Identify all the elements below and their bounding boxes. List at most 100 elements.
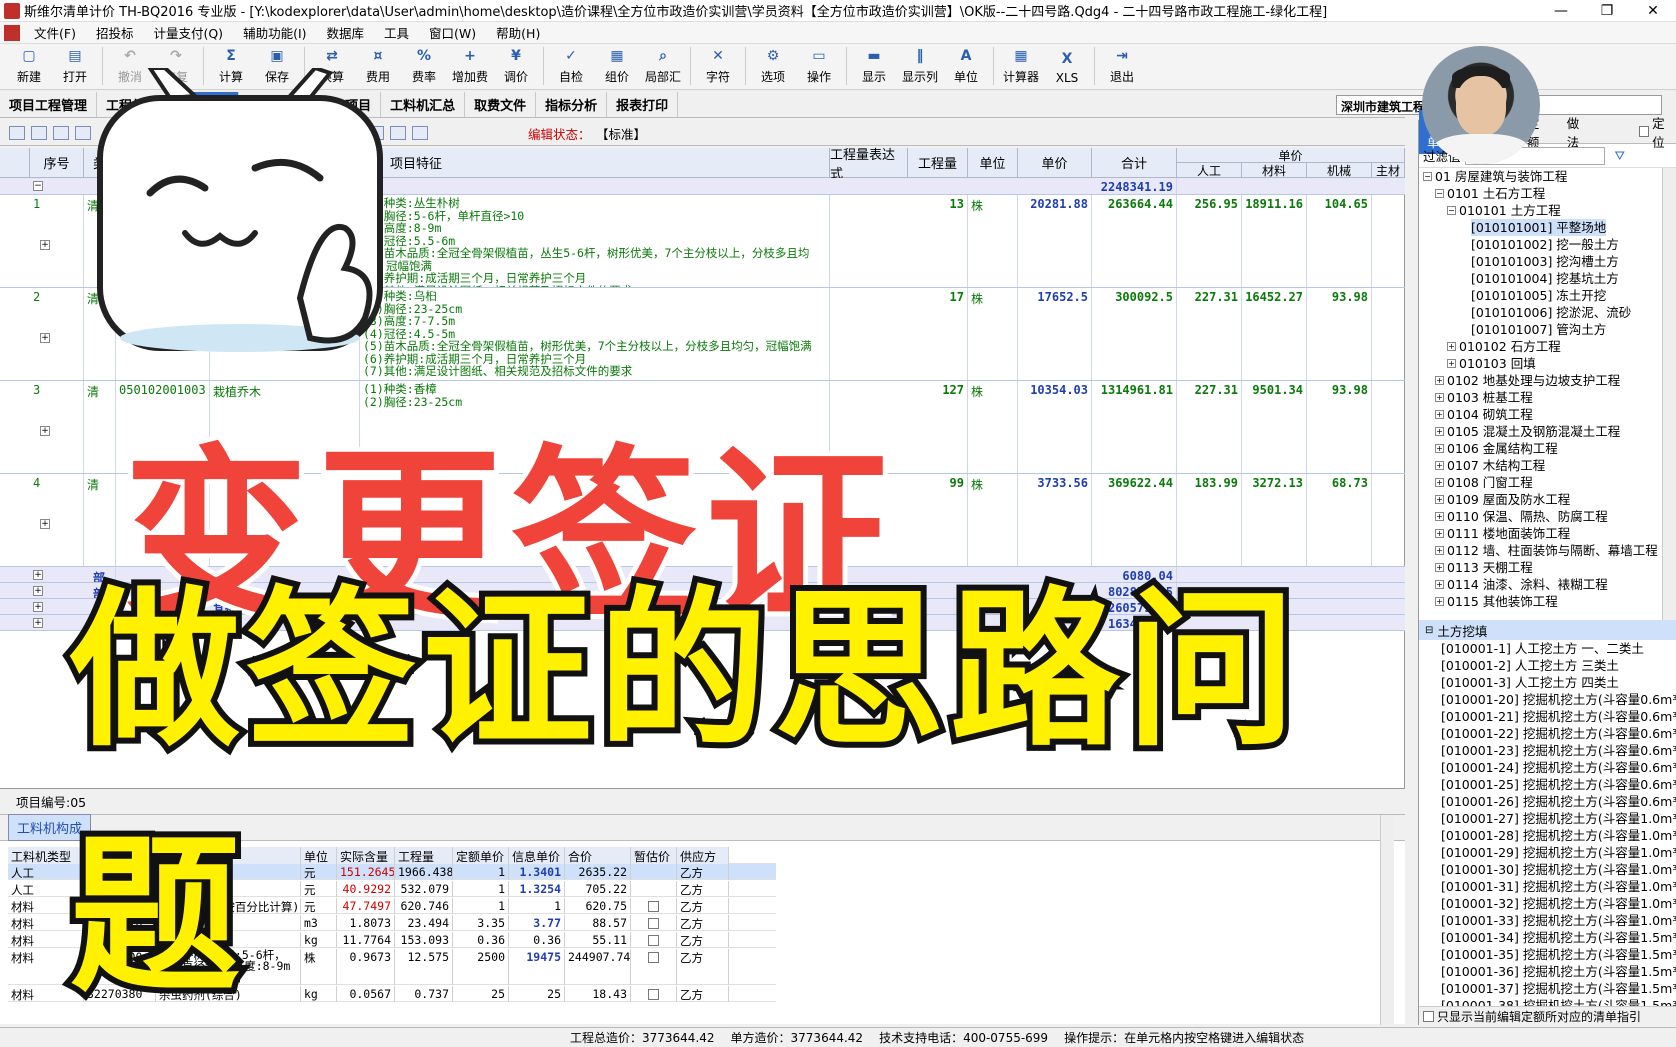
toolbar-button-11[interactable]: ✓ 自检 xyxy=(548,44,594,88)
expand-toggle[interactable]: + xyxy=(33,586,43,596)
maximize-button[interactable]: ❐ xyxy=(1584,3,1630,19)
menu-item-4[interactable]: 数据库 xyxy=(317,23,375,42)
row-features[interactable]: (1)种类:丛生朴树 (2)胸径:5-6杆，单杆直径>10 (3)高度:8-9m… xyxy=(360,195,830,287)
row-labor[interactable]: 227.31 xyxy=(1177,288,1242,380)
tree-view-icon[interactable] xyxy=(9,125,25,140)
tab-0[interactable]: 项目工程管理 xyxy=(0,92,98,117)
row-unit[interactable]: 株 xyxy=(968,195,1018,287)
expand-icon[interactable]: + xyxy=(1435,376,1444,385)
row-quantity[interactable]: 13 xyxy=(908,195,968,287)
close-button[interactable]: ✕ xyxy=(1630,3,1676,19)
tree-node[interactable]: +0109 屋面及防水工程 xyxy=(1423,491,1676,508)
expand-icon[interactable]: + xyxy=(1435,478,1444,487)
row-unit[interactable]: 株 xyxy=(968,288,1018,380)
expand-icon[interactable]: + xyxy=(1435,427,1444,436)
tab-8[interactable]: 报表打印 xyxy=(607,92,679,117)
row-price[interactable]: 17652.5 xyxy=(1018,288,1092,380)
insert-child-icon[interactable] xyxy=(53,125,69,140)
row-seq[interactable]: 2 xyxy=(30,288,84,380)
toolbar-button-15[interactable]: ⚙ 选项 xyxy=(750,44,796,88)
tree-node[interactable]: +0105 混凝土及钢筋混凝土工程 xyxy=(1423,423,1676,440)
expand-icon[interactable]: + xyxy=(1435,461,1444,470)
row-price[interactable]: 10354.03 xyxy=(1018,381,1092,473)
expand-icon[interactable]: + xyxy=(1447,359,1456,368)
row-seq[interactable]: 3 xyxy=(30,381,84,473)
toolbar-button-8[interactable]: % 费率 xyxy=(401,44,447,88)
row-seq[interactable]: 1 xyxy=(30,195,84,287)
expand-icon[interactable]: + xyxy=(1435,393,1444,402)
tree-node[interactable]: [010101006] 挖淤泥、流砂 xyxy=(1423,304,1676,321)
tree-node[interactable]: [010101004] 挖基坑土方 xyxy=(1423,270,1676,287)
toolbar-button-12[interactable]: ▦ 组价 xyxy=(594,44,640,88)
row-quantity[interactable]: 17 xyxy=(908,288,968,380)
tab-6[interactable]: 取费文件 xyxy=(465,92,537,117)
tree-scrollbar[interactable] xyxy=(1662,168,1676,620)
toolbar-button-10[interactable]: ¥ 调价 xyxy=(493,44,539,88)
toolbar-button-20[interactable]: ▦ 计算器 xyxy=(998,44,1044,88)
row-quantity[interactable]: 127 xyxy=(908,381,968,473)
toolbar-button-0[interactable]: ▢ 新建 xyxy=(6,44,52,88)
tree-node[interactable]: [010101001] 平整场地 xyxy=(1423,219,1676,236)
menu-item-0[interactable]: 文件(F) xyxy=(24,23,86,42)
tree-node[interactable]: [010101007] 管沟土方 xyxy=(1423,321,1676,338)
expand-icon[interactable]: + xyxy=(1435,410,1444,419)
collapse-icon[interactable]: − xyxy=(1447,206,1456,215)
tree-node[interactable]: +0106 金属结构工程 xyxy=(1423,440,1676,457)
row-labor[interactable]: 256.95 xyxy=(1177,195,1242,287)
insert-row-icon[interactable] xyxy=(31,125,47,140)
expand-toggle[interactable]: + xyxy=(40,519,50,529)
expand-toggle[interactable]: + xyxy=(40,426,50,436)
row-price[interactable]: 20281.88 xyxy=(1018,195,1092,287)
row-material[interactable]: 16452.27 xyxy=(1242,288,1307,380)
toolbar-button-17[interactable]: ▬ 显示 xyxy=(851,44,897,88)
expand-toggle[interactable]: + xyxy=(33,570,43,580)
tree-node[interactable]: +010102 石方工程 xyxy=(1423,338,1676,355)
tree-node[interactable]: +0104 砌筑工程 xyxy=(1423,406,1676,423)
menu-item-3[interactable]: 辅助功能(I) xyxy=(233,23,316,42)
tree-node[interactable]: −010101 土方工程 xyxy=(1423,202,1676,219)
collapse-icon[interactable]: − xyxy=(1435,189,1444,198)
minimize-button[interactable]: — xyxy=(1538,3,1584,19)
row-material[interactable]: 9501.34 xyxy=(1242,381,1307,473)
row-machine[interactable]: 93.98 xyxy=(1307,288,1372,380)
row-material[interactable]: 18911.16 xyxy=(1242,195,1307,287)
tree-node[interactable]: +0107 木结构工程 xyxy=(1423,457,1676,474)
tree-node[interactable]: −0101 土石方工程 xyxy=(1423,185,1676,202)
menu-item-5[interactable]: 工具 xyxy=(374,23,419,42)
toolbar-button-13[interactable]: ⌕ 局部汇 xyxy=(640,44,686,88)
row-total[interactable]: 1314961.81 xyxy=(1092,381,1177,473)
tree-node[interactable]: +0102 地基处理与边坡支护工程 xyxy=(1423,372,1676,389)
row-machine[interactable]: 93.98 xyxy=(1307,381,1372,473)
toolbar-button-22[interactable]: ⇥ 退出 xyxy=(1099,44,1145,88)
tree-node[interactable]: [010101003] 挖沟槽土方 xyxy=(1423,253,1676,270)
menu-item-1[interactable]: 招投标 xyxy=(86,23,144,42)
expand-toggle[interactable]: + xyxy=(33,618,43,628)
row-features[interactable]: (1)种类:乌桕 (2)胸径:23-25cm (3)高度:7-7.5m (4)冠… xyxy=(360,288,830,380)
toolbar-button-16[interactable]: ▭ 操作 xyxy=(796,44,842,88)
menu-item-6[interactable]: 窗口(W) xyxy=(419,23,486,42)
filter-apply-icon[interactable]: ⛛ xyxy=(1615,148,1626,164)
delete-row-icon[interactable] xyxy=(75,125,91,140)
locate-checkbox[interactable] xyxy=(1638,126,1650,137)
expand-icon[interactable]: + xyxy=(1447,342,1456,351)
row-total[interactable]: 263664.44 xyxy=(1092,195,1177,287)
toolbar-button-21[interactable]: X XLS xyxy=(1044,44,1090,88)
toolbar-button-19[interactable]: A 单位 xyxy=(943,44,989,88)
expand-icon[interactable]: + xyxy=(1435,495,1444,504)
row-labor[interactable]: 227.31 xyxy=(1177,381,1242,473)
collapse-toggle[interactable]: − xyxy=(33,181,43,191)
toolbar-button-18[interactable]: ‖ 显示列 xyxy=(897,44,943,88)
menu-item-7[interactable]: 帮助(H) xyxy=(486,23,550,42)
tree-node[interactable]: +0110 保温、隔热、防腐工程 xyxy=(1423,508,1676,525)
tree-node[interactable]: −01 房屋建筑与装饰工程 xyxy=(1423,168,1676,185)
tree-node[interactable]: +010103 回填 xyxy=(1423,355,1676,372)
row-machine[interactable]: 104.65 xyxy=(1307,195,1372,287)
expand-toggle[interactable]: + xyxy=(33,602,43,612)
expand-toggle[interactable]: + xyxy=(40,240,50,250)
expand-toggle[interactable]: + xyxy=(40,333,50,343)
row-total[interactable]: 300092.5 xyxy=(1092,288,1177,380)
toolbar-button-14[interactable]: ✕ 字符 xyxy=(695,44,741,88)
toolbar-button-9[interactable]: + 增加费 xyxy=(447,44,493,88)
collapse-icon[interactable]: − xyxy=(1423,172,1432,181)
expand-icon[interactable]: + xyxy=(1435,444,1444,453)
